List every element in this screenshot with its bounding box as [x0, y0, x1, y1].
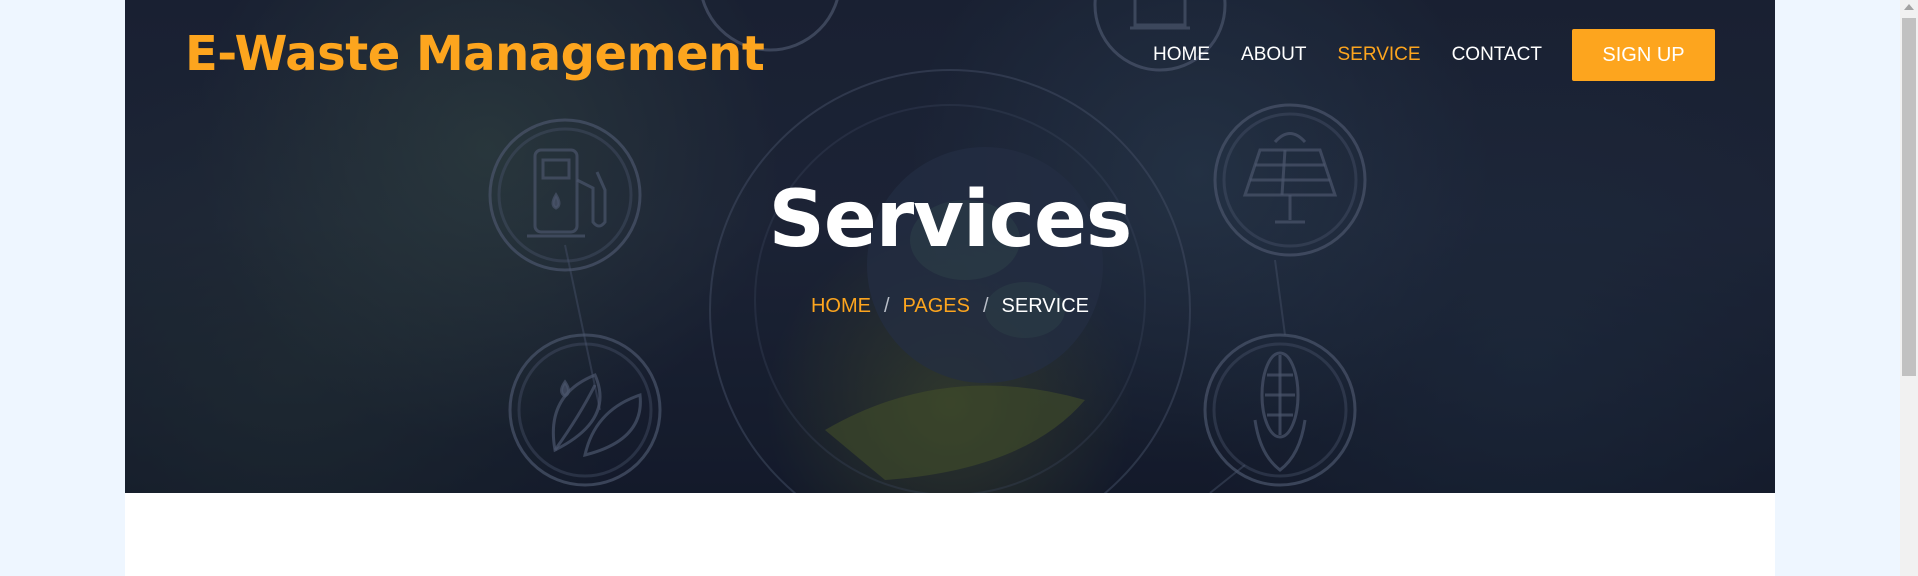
nav-link-about[interactable]: ABOUT: [1241, 44, 1306, 66]
hero-banner: E-Waste Management HOME ABOUT SERVICE CO…: [125, 0, 1775, 493]
breadcrumb-pages-link[interactable]: PAGES: [903, 295, 970, 318]
site-logo[interactable]: E-Waste Management: [185, 26, 765, 82]
breadcrumb-home-link[interactable]: HOME: [811, 295, 871, 318]
breadcrumb-separator: /: [883, 295, 890, 317]
page-title: Services: [768, 175, 1133, 265]
scroll-up-arrow-icon[interactable]: [1904, 4, 1914, 10]
page-container: E-Waste Management HOME ABOUT SERVICE CO…: [125, 0, 1775, 576]
scrollbar-thumb[interactable]: [1902, 18, 1916, 376]
vertical-scrollbar[interactable]: [1900, 0, 1918, 576]
nav-link-contact[interactable]: CONTACT: [1452, 44, 1542, 66]
breadcrumb: HOME / PAGES / SERVICE: [125, 295, 1775, 318]
breadcrumb-current: SERVICE: [1001, 295, 1089, 317]
nav-link-service[interactable]: SERVICE: [1338, 44, 1421, 66]
sign-up-button[interactable]: SIGN UP: [1572, 29, 1715, 81]
main-nav: HOME ABOUT SERVICE CONTACT SIGN UP: [1153, 29, 1715, 81]
breadcrumb-separator: /: [982, 295, 989, 317]
nav-link-home[interactable]: HOME: [1153, 44, 1210, 66]
